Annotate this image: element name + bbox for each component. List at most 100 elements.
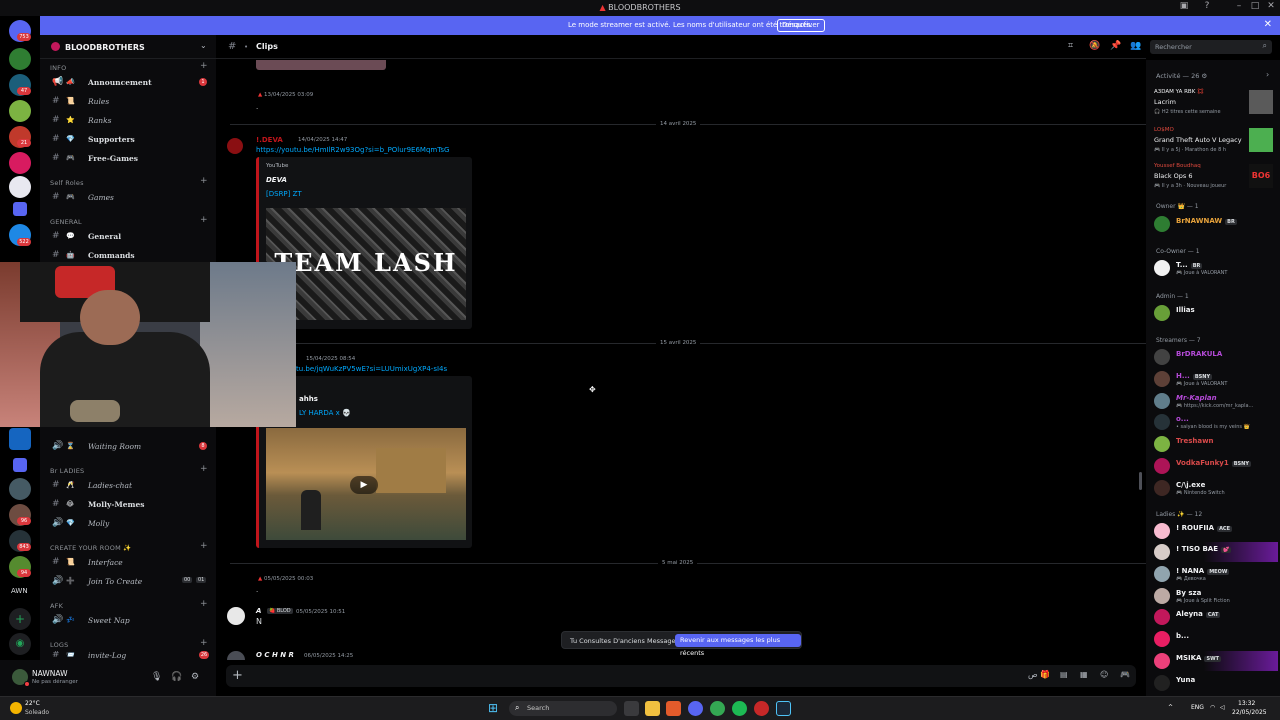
channel-join-to-create[interactable]: 🔊 ➕ Join To Create 00 01 <box>40 573 216 591</box>
message-link[interactable]: https://youtu.be/HmIlR2w93Og?si=b_POlur9… <box>256 146 449 154</box>
maximize-button[interactable]: □ <box>1248 1 1262 15</box>
member-item[interactable]: ! NANA MEOW 🎮 Девочка <box>1154 564 1278 584</box>
sticker-icon[interactable]: ▦ <box>1080 670 1088 679</box>
embed-title[interactable]: [DSRP] ZT <box>266 190 302 198</box>
server-icon[interactable] <box>9 48 31 70</box>
folder-icon[interactable] <box>13 458 27 472</box>
avatar[interactable] <box>227 651 245 660</box>
channel-announcement[interactable]: 📢 📣 Announcement 1 <box>40 74 216 92</box>
gift-icon[interactable]: 🎁 <box>1040 670 1050 679</box>
app-icon[interactable] <box>754 701 769 716</box>
avatar[interactable] <box>227 138 243 154</box>
settings-gear-icon[interactable]: ⚙ <box>191 672 199 682</box>
weather-sun-icon[interactable] <box>10 702 22 714</box>
tray-language[interactable]: ENG <box>1191 704 1204 711</box>
member-item[interactable]: VodkaFunky1 BSNY <box>1154 456 1278 476</box>
member-item[interactable]: H... BSNY 🎮 Joue à VALORANT <box>1154 369 1278 389</box>
task-view-icon[interactable] <box>624 701 639 716</box>
member-item[interactable]: MSIKA SWT <box>1154 651 1278 671</box>
steam-icon[interactable] <box>776 701 791 716</box>
pin-icon[interactable]: 📌 <box>1110 41 1121 51</box>
category-logs[interactable]: LOGS <box>50 641 68 649</box>
embed-title[interactable]: LY HARDA x 💀 <box>299 409 351 417</box>
chevron-right-icon[interactable]: › <box>1266 70 1269 79</box>
message-composer[interactable]: + ص 🎁 ▤ ▦ ☺ 🎮 <box>226 665 1136 687</box>
activity-card[interactable]: LO$MO Grand Theft Auto V Legacy 🎮 Il y a… <box>1151 126 1275 156</box>
channel-molly-memes[interactable]: # 😂 Molly-Memes <box>40 496 216 514</box>
add-server-icon[interactable]: + <box>9 608 31 630</box>
embed-author[interactable]: DEVA <box>266 176 287 184</box>
help-icon[interactable]: ? <box>1200 1 1214 15</box>
category-self-roles[interactable]: Self Roles <box>50 179 84 187</box>
member-item[interactable]: b... <box>1154 629 1278 649</box>
notification-bell-icon[interactable]: 🔕 <box>1089 41 1100 51</box>
video-thumbnail[interactable]: ▶ <box>266 428 466 540</box>
threads-icon[interactable]: ⌗ <box>1068 41 1073 51</box>
member-item[interactable]: Treshawn <box>1154 434 1278 454</box>
category-info[interactable]: INFO <box>50 64 66 72</box>
channel-ladies-chat[interactable]: # 🥂 Ladies-chat <box>40 477 216 495</box>
taskbar-date[interactable]: 22/05/2025 <box>1232 709 1267 716</box>
channel-general[interactable]: # 💬 General <box>40 228 216 246</box>
server-header[interactable]: BLOODBROTHERS ⌄ <box>40 35 216 59</box>
play-icon[interactable]: ▶ <box>350 476 378 494</box>
server-icon[interactable] <box>9 478 31 500</box>
member-item[interactable]: BrNAWNAW BR <box>1154 214 1278 234</box>
member-item[interactable]: o... • saiyan blood is my veins 👑 <box>1154 412 1278 432</box>
add-channel-icon[interactable]: + <box>200 61 208 71</box>
avatar[interactable] <box>227 607 245 625</box>
gif-icon[interactable]: ▤ <box>1060 670 1068 679</box>
channel-interface[interactable]: # 📜 Interface <box>40 554 216 572</box>
tray-overflow-icon[interactable]: ^ <box>1168 704 1173 711</box>
member-item[interactable]: Mr-Kaplan 🎮 https://kick.com/mr_kapla... <box>1154 391 1278 411</box>
headphones-icon[interactable]: 🎧 <box>171 672 182 682</box>
emoji-icon[interactable]: ☺ <box>1100 670 1108 679</box>
member-item[interactable]: BrDRAKULA <box>1154 347 1278 367</box>
taskbar-search[interactable]: ⌕ Search <box>509 701 617 716</box>
apps-icon[interactable]: 🎮 <box>1120 670 1130 679</box>
jump-to-present-button[interactable]: Revenir aux messages les plus récents <box>675 634 801 657</box>
video-thumbnail[interactable]: TEAM LASH <box>266 208 466 320</box>
attach-plus-icon[interactable]: + <box>232 668 243 683</box>
member-item[interactable]: Yuna <box>1154 673 1278 693</box>
member-item[interactable]: ! TISO BAE 💕 <box>1154 542 1278 562</box>
chrome-icon[interactable] <box>710 701 725 716</box>
spotify-icon[interactable] <box>732 701 747 716</box>
disable-streamer-button[interactable]: Désactiver <box>777 19 825 32</box>
message-author[interactable]: A <box>256 607 261 615</box>
embed-author[interactable]: ahhs <box>299 395 318 403</box>
category-create-room[interactable]: CREATE YOUR ROOM ✨ <box>50 544 131 552</box>
add-channel-icon[interactable]: + <box>200 176 208 186</box>
member-item[interactable]: ! ROUFIIA ACE <box>1154 521 1278 541</box>
channel-molly[interactable]: 🔊 💎 Molly <box>40 515 216 533</box>
microphone-icon[interactable]: 🎙 <box>151 672 162 682</box>
channel-supporters[interactable]: # 💎 Supporters <box>40 131 216 149</box>
chevron-down-icon[interactable]: ⌄ <box>200 41 207 50</box>
channel-invite-log[interactable]: # 📨 invite-Log 26 <box>40 651 216 660</box>
server-icon[interactable] <box>9 152 31 174</box>
folder-icon[interactable] <box>13 202 27 216</box>
close-window-button[interactable]: ✕ <box>1264 1 1278 15</box>
add-channel-icon[interactable]: + <box>200 541 208 551</box>
search-input[interactable]: Rechercher ⌕ <box>1150 40 1272 54</box>
add-channel-icon[interactable]: + <box>200 638 208 648</box>
keyboard-icon[interactable]: ص <box>1028 670 1038 679</box>
member-item[interactable]: Illias <box>1154 303 1278 323</box>
app-icon[interactable] <box>666 701 681 716</box>
close-banner-icon[interactable]: ✕ <box>1264 19 1272 30</box>
inbox-icon[interactable]: ▣ <box>1177 1 1191 15</box>
activity-card[interactable]: A3DAM YA RBK 💢 Lacrim 🎧 H2 titres cette … <box>1151 88 1275 118</box>
activity-card[interactable]: Youssef Boudhaq Black Ops 6 🎮 Il y a 3h … <box>1151 162 1275 192</box>
taskbar-time[interactable]: 13:32 <box>1238 700 1255 707</box>
server-label[interactable]: AWN <box>11 587 28 595</box>
member-item[interactable]: By sza 🎮 Joue à Split Fiction <box>1154 586 1278 606</box>
discover-icon[interactable]: ◉ <box>9 633 31 655</box>
server-icon[interactable] <box>9 176 31 198</box>
member-item[interactable]: Aleyna CAT <box>1154 607 1278 627</box>
file-explorer-icon[interactable] <box>645 701 660 716</box>
message-author[interactable]: !.DEVA <box>256 136 283 144</box>
server-icon[interactable] <box>9 100 31 122</box>
wifi-icon[interactable]: ◠ <box>1210 704 1215 711</box>
add-channel-icon[interactable]: + <box>200 215 208 225</box>
add-channel-icon[interactable]: + <box>200 599 208 609</box>
